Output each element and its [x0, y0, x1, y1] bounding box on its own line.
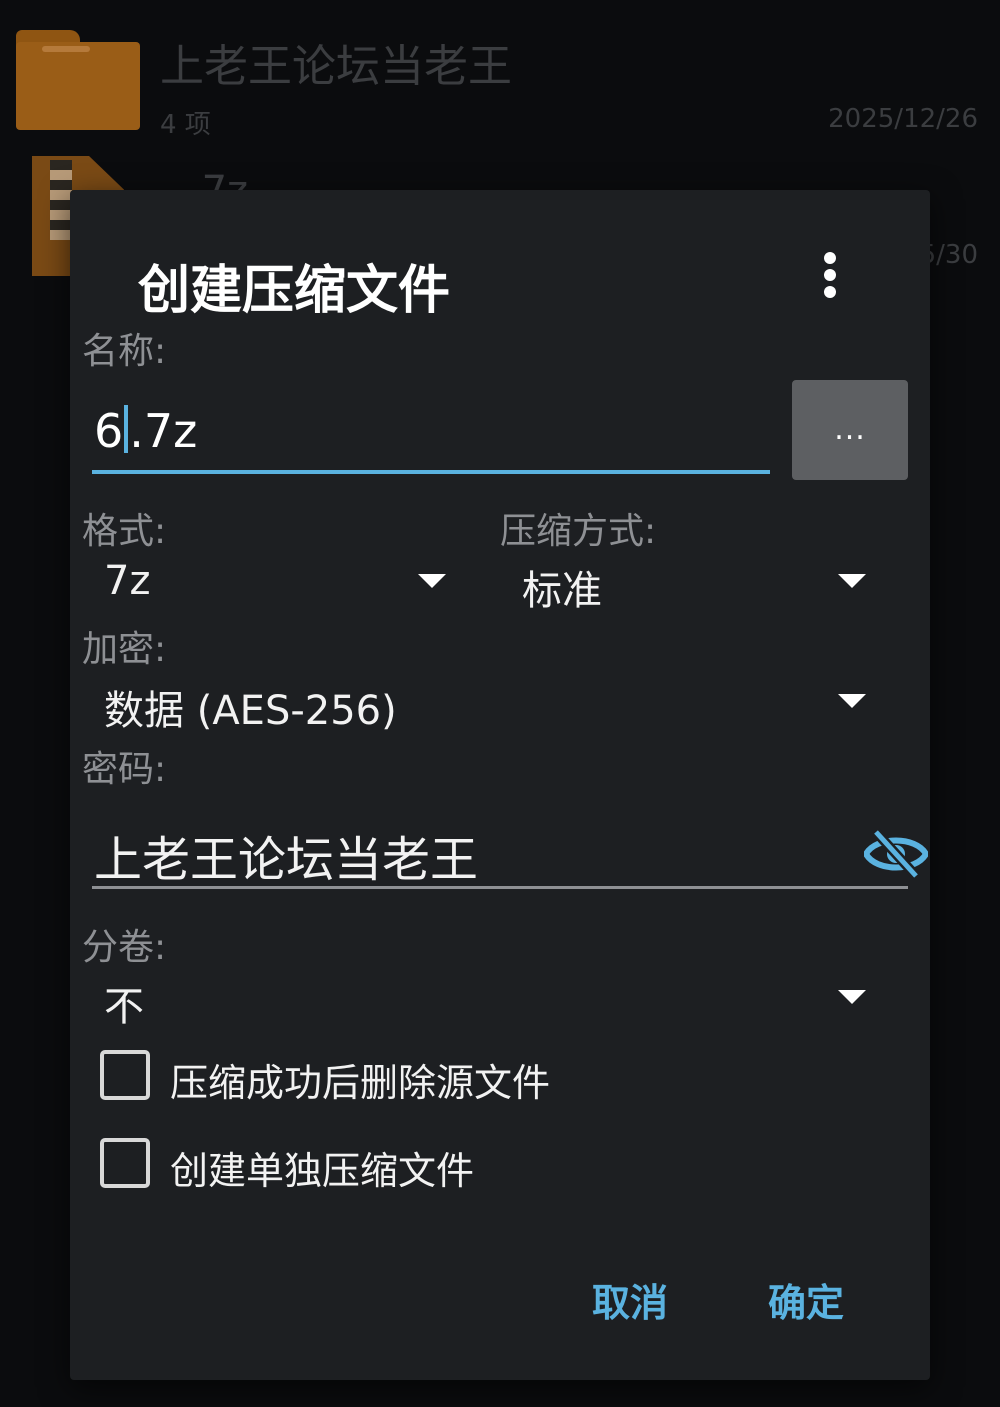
encryption-value: 数据 (AES-256): [104, 688, 397, 734]
dropdown-arrow-icon: [838, 694, 866, 708]
password-input[interactable]: 上老王论坛当老王: [92, 800, 930, 889]
text-caret: [124, 405, 129, 453]
name-label: 名称:: [82, 331, 167, 372]
split-volume-value: 不: [104, 984, 144, 1030]
folder-item-count: 4 项: [160, 110, 211, 140]
archive-name-text: 6.7z: [94, 404, 198, 458]
compression-level-select[interactable]: 标准: [510, 550, 880, 614]
screen: 上老王论坛当老王 4 项 2025/12/26 -- 7z 5/30 创建压缩文…: [0, 0, 1000, 1407]
eye-off-icon[interactable]: [862, 826, 930, 882]
delete-source-option[interactable]: 压缩成功后删除源文件: [100, 1046, 700, 1106]
split-volume-select[interactable]: 不: [92, 966, 880, 1030]
dropdown-arrow-icon: [418, 574, 446, 588]
create-archive-dialog: 创建压缩文件 名称: 6.7z ... 格式: 7z 压缩方式: 标准 加密: …: [70, 190, 930, 1380]
folder-icon: [16, 30, 140, 130]
separate-archives-label: 创建单独压缩文件: [170, 1149, 475, 1193]
encryption-select[interactable]: 数据 (AES-256): [92, 670, 880, 734]
password-text: 上老王论坛当老王: [94, 832, 479, 888]
archive-name-input[interactable]: 6.7z: [92, 390, 770, 474]
dialog-title: 创建压缩文件: [138, 261, 451, 321]
format-select[interactable]: 7z: [92, 550, 462, 614]
separate-archives-checkbox[interactable]: [100, 1138, 150, 1188]
delete-source-checkbox[interactable]: [100, 1050, 150, 1100]
browse-path-button[interactable]: ...: [792, 380, 908, 480]
dropdown-arrow-icon: [838, 574, 866, 588]
encryption-label: 加密:: [82, 629, 167, 670]
split-volume-label: 分卷:: [82, 927, 167, 968]
compression-value: 标准: [522, 568, 602, 614]
ok-button[interactable]: 确定: [768, 1272, 844, 1327]
folder-name: 上老王论坛当老王: [160, 41, 512, 92]
compression-label: 压缩方式:: [500, 511, 657, 552]
folder-date: 2025/12/26: [828, 104, 978, 134]
more-vertical-icon[interactable]: [820, 250, 840, 300]
format-value: 7z: [104, 558, 151, 604]
delete-source-label: 压缩成功后删除源文件: [170, 1061, 551, 1105]
file-list-item-folder[interactable]: 上老王论坛当老王 4 项 2025/12/26: [0, 0, 1000, 145]
password-label: 密码:: [82, 749, 167, 790]
cancel-button[interactable]: 取消: [592, 1272, 668, 1327]
separate-archives-option[interactable]: 创建单独压缩文件: [100, 1134, 700, 1194]
format-label: 格式:: [82, 511, 167, 552]
dropdown-arrow-icon: [838, 990, 866, 1004]
